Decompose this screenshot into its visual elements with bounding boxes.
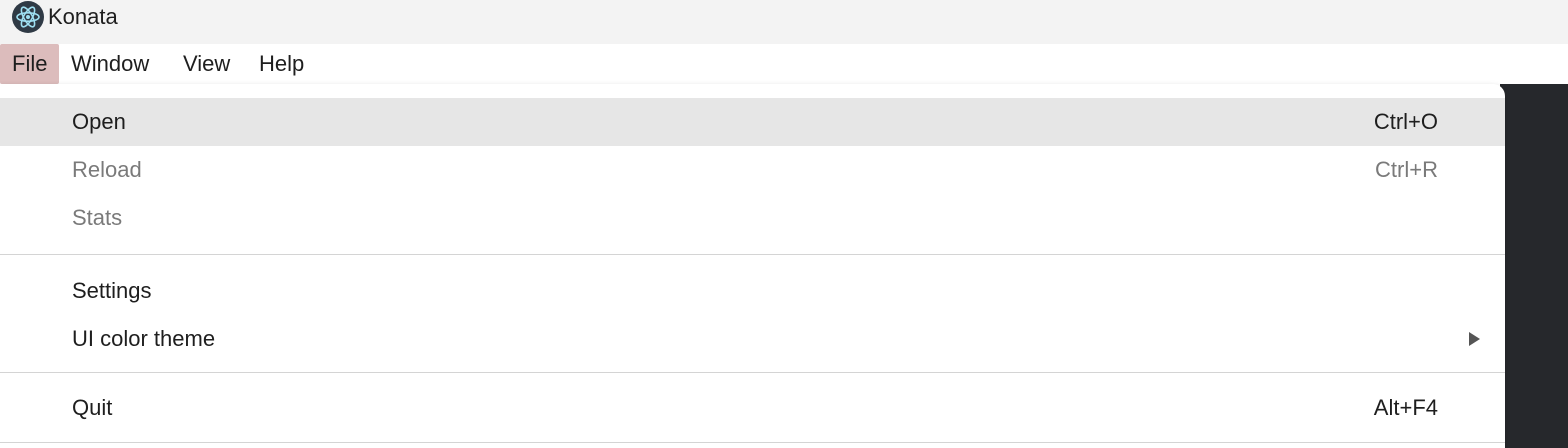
menu-item-open[interactable]: Open Ctrl+O bbox=[0, 98, 1505, 146]
menu-item-stats: Stats bbox=[0, 194, 1505, 242]
menu-help[interactable]: Help bbox=[247, 44, 316, 84]
menu-item-shortcut: Ctrl+O bbox=[1373, 109, 1438, 134]
menu-item-label: Quit bbox=[72, 395, 113, 420]
app-content-background bbox=[1500, 84, 1568, 448]
file-dropdown-menu: Open Ctrl+O Reload Ctrl+R Stats Settings… bbox=[0, 84, 1505, 448]
menu-separator bbox=[0, 372, 1505, 373]
menu-item-label: Settings bbox=[72, 278, 152, 303]
menu-item-label: UI color theme bbox=[72, 326, 216, 351]
menu-separator bbox=[0, 442, 1505, 443]
window-title: Konata bbox=[48, 4, 118, 29]
menu-item-label: Open bbox=[72, 109, 126, 134]
app-logo-icon bbox=[12, 1, 44, 33]
menu-separator bbox=[0, 254, 1505, 255]
menu-window[interactable]: Window bbox=[59, 44, 161, 84]
menu-item-settings[interactable]: Settings bbox=[0, 267, 1505, 315]
title-bar: Konata bbox=[0, 0, 1568, 44]
menu-item-ui-color-theme[interactable]: UI color theme bbox=[0, 315, 1505, 363]
menu-view[interactable]: View bbox=[171, 44, 242, 84]
menu-item-label: Stats bbox=[72, 205, 123, 230]
menu-item-reload: Reload Ctrl+R bbox=[0, 146, 1505, 194]
menu-bar: File Window View Help bbox=[0, 44, 1568, 84]
menu-item-shortcut: Alt+F4 bbox=[1373, 395, 1438, 420]
menu-file[interactable]: File bbox=[0, 44, 60, 84]
menu-item-quit[interactable]: Quit Alt+F4 bbox=[0, 384, 1505, 432]
app-window: Konata File Window View Help Open Ctrl+O… bbox=[0, 0, 1568, 448]
menu-item-label: Reload bbox=[72, 157, 142, 182]
submenu-arrow-icon bbox=[1469, 332, 1480, 346]
menu-item-shortcut: Ctrl+R bbox=[1375, 157, 1438, 182]
